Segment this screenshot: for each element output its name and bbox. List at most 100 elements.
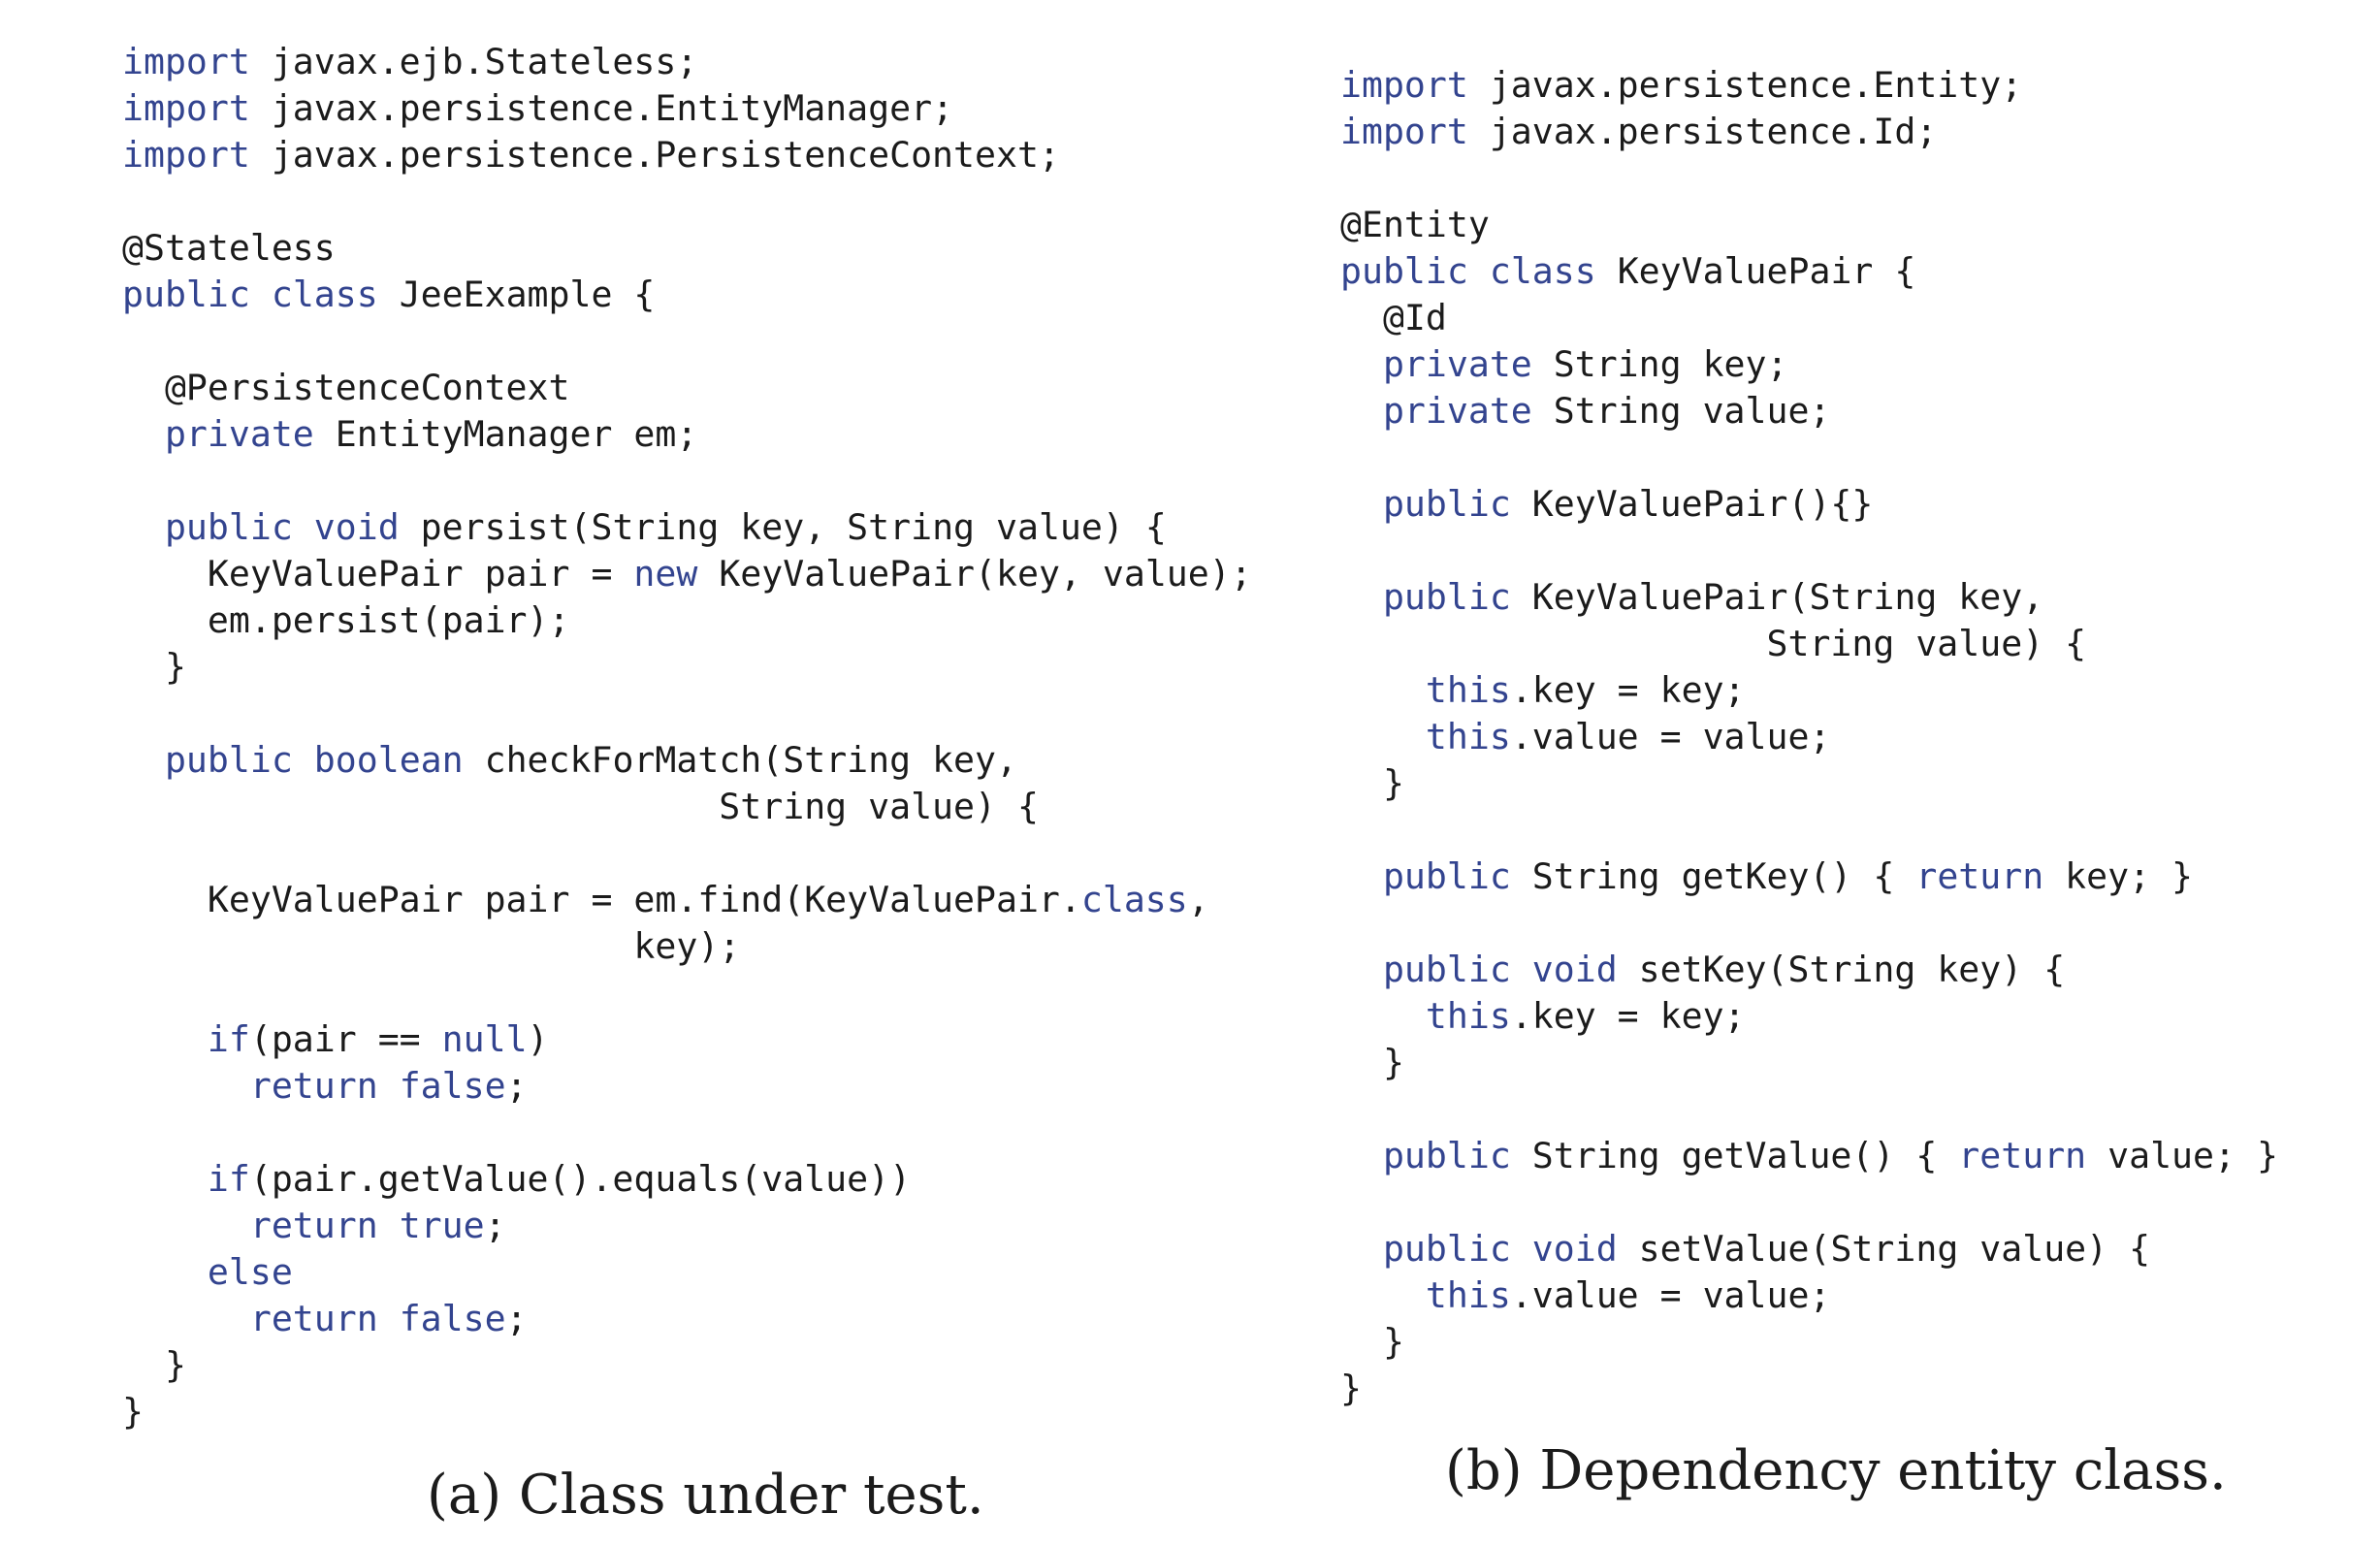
code-text: }	[1340, 1321, 1404, 1363]
code-keyword: null	[441, 1018, 528, 1060]
code-keyword: this	[1425, 1274, 1511, 1316]
code-text: ;	[505, 1065, 528, 1107]
code-line: private String key;	[1340, 341, 2278, 388]
code-text: .key = key;	[1510, 669, 1746, 711]
code-text: String key;	[1531, 343, 1788, 385]
code-line: public class JeeExample {	[122, 272, 1252, 318]
code-text: String value;	[1531, 390, 1831, 432]
code-keyword: public	[1382, 483, 1511, 525]
code-keyword: this	[1425, 716, 1511, 757]
code-line: }	[122, 1342, 1252, 1389]
code-line: @Entity	[1340, 202, 2278, 248]
code-line: em.persist(pair);	[122, 597, 1252, 644]
code-keyword: void	[1531, 949, 1618, 990]
code-keyword: public	[1382, 855, 1511, 897]
code-line: else	[122, 1249, 1252, 1296]
code-text: }	[122, 1344, 186, 1386]
code-keyword: public	[164, 739, 293, 781]
code-keyword: boolean	[313, 739, 464, 781]
code-keyword: void	[1531, 1228, 1618, 1270]
code-text: key; }	[2043, 855, 2194, 897]
code-keyword: false	[399, 1065, 506, 1107]
code-text: KeyValuePair pair =	[122, 553, 634, 595]
code-keyword: private	[1382, 343, 1532, 385]
code-keyword: public	[1382, 1228, 1511, 1270]
code-line: this.value = value;	[1340, 714, 2278, 760]
code-text: @PersistenceContext	[122, 367, 570, 408]
code-keyword: public	[122, 274, 250, 315]
code-line: import javax.persistence.Id;	[1340, 109, 2278, 155]
code-keyword: return	[249, 1298, 378, 1339]
code-line: return true;	[122, 1203, 1252, 1249]
code-text: String value) {	[1340, 623, 2087, 664]
code-text: setValue(String value) {	[1617, 1228, 2151, 1270]
code-keyword: class	[271, 274, 378, 315]
code-text: key);	[122, 925, 741, 967]
code-line: KeyValuePair pair = em.find(KeyValuePair…	[122, 877, 1252, 923]
code-text: KeyValuePair(key, value);	[697, 553, 1252, 595]
code-line: }	[122, 1389, 1252, 1435]
code-text: value; }	[2086, 1135, 2278, 1176]
code-text: KeyValuePair {	[1595, 250, 1916, 292]
code-line: }	[1340, 1366, 2278, 1412]
code-keyword: void	[313, 506, 400, 548]
code-line: @Stateless	[122, 225, 1252, 272]
code-keyword: public	[1382, 1135, 1511, 1176]
code-keyword: public	[1382, 576, 1511, 618]
code-text: }	[122, 1391, 144, 1433]
code-keyword: import	[1340, 111, 1468, 152]
code-text: (pair ==	[249, 1018, 442, 1060]
code-keyword: class	[1489, 250, 1596, 292]
code-text: .value = value;	[1510, 1274, 1831, 1316]
code-keyword: if	[207, 1018, 250, 1060]
code-keyword: return	[1915, 855, 2044, 897]
code-line: import javax.persistence.PersistenceCont…	[122, 132, 1252, 178]
code-line: public KeyValuePair(){}	[1340, 481, 2278, 528]
code-text: }	[1340, 1368, 1362, 1409]
code-text: persist(String key, String value) {	[399, 506, 1167, 548]
code-line: public String getValue() { return value;…	[1340, 1133, 2278, 1179]
code-keyword: this	[1425, 669, 1511, 711]
code-line: return false;	[122, 1063, 1252, 1110]
code-text: JeeExample {	[377, 274, 656, 315]
code-line: return false;	[122, 1296, 1252, 1342]
code-keyword: public	[164, 506, 293, 548]
code-keyword: return	[249, 1065, 378, 1107]
caption-b: (b) Dependency entity class.	[1445, 1439, 2227, 1502]
code-listing-b: import javax.persistence.Entity; import j…	[1340, 62, 2278, 1412]
code-line: this.key = key;	[1340, 667, 2278, 714]
code-text: em.persist(pair);	[122, 599, 570, 641]
code-line: public void setKey(String key) {	[1340, 947, 2278, 993]
code-line: }	[122, 644, 1252, 691]
code-keyword: import	[122, 41, 250, 82]
code-text: ;	[505, 1298, 528, 1339]
code-keyword: public	[1382, 949, 1511, 990]
code-keyword: true	[399, 1205, 485, 1246]
code-text: @Stateless	[122, 227, 336, 269]
code-line: public void setValue(String value) {	[1340, 1226, 2278, 1272]
code-text: String value) {	[122, 786, 1039, 827]
code-text: String getKey() {	[1510, 855, 1916, 897]
code-keyword: return	[1958, 1135, 2087, 1176]
